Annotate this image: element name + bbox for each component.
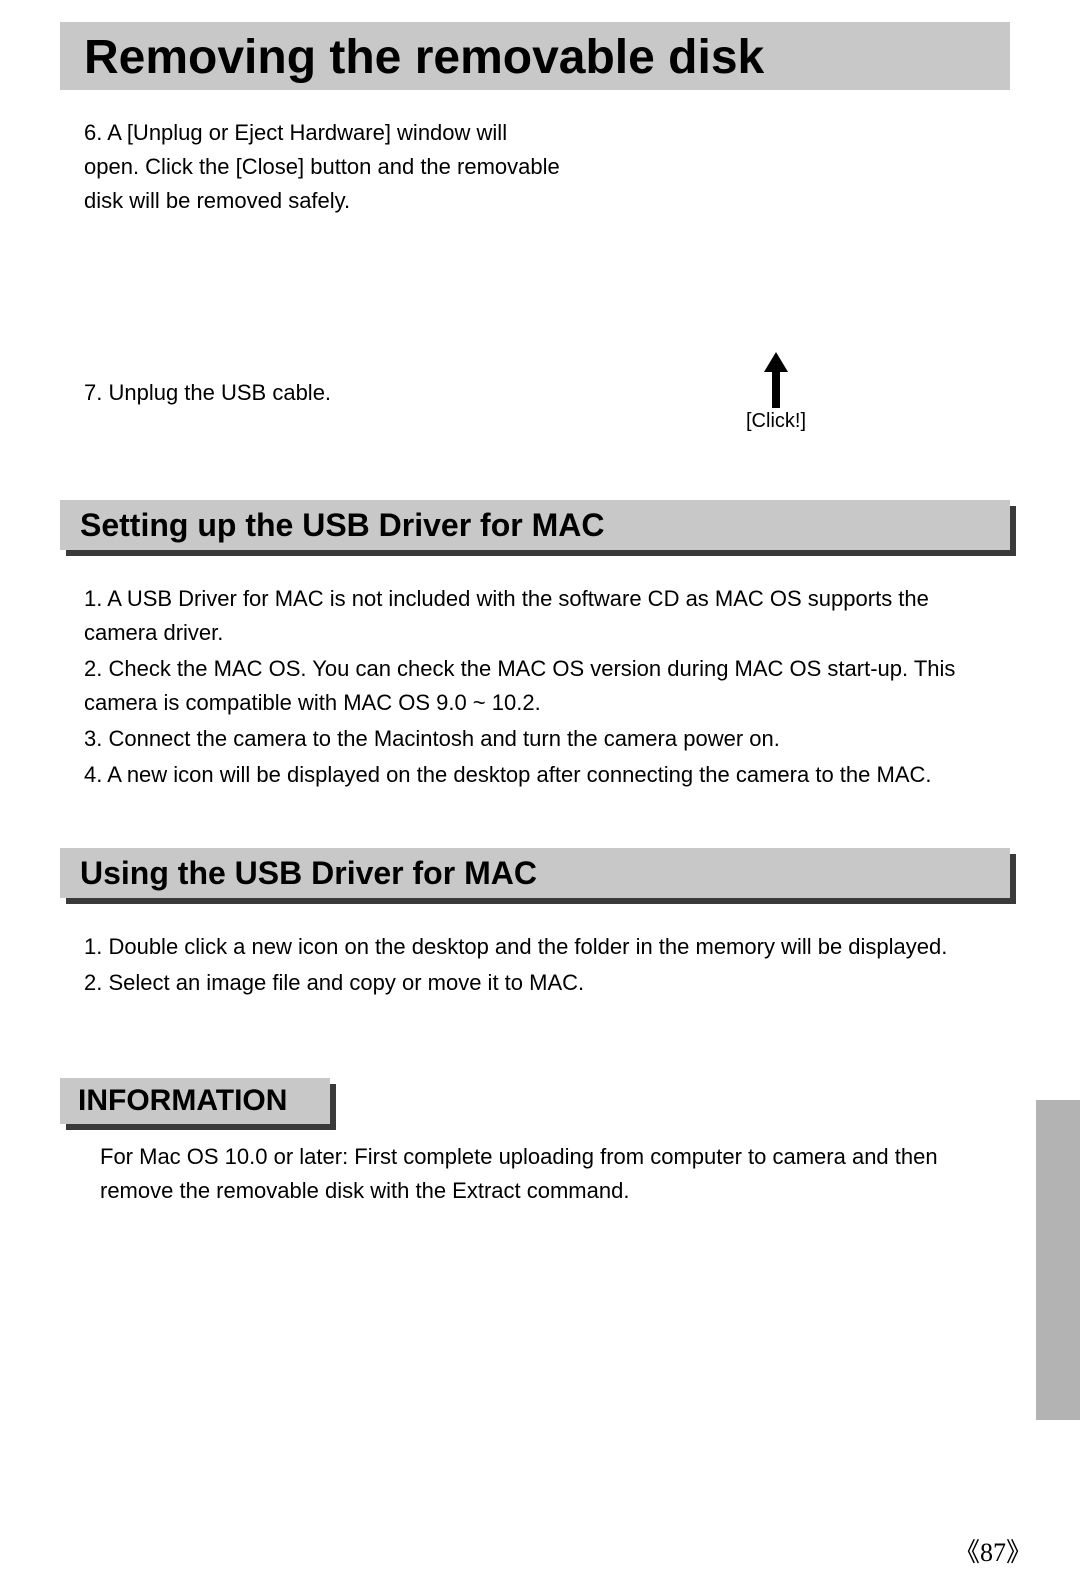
list-setup: 1. A USB Driver for MAC is not included … xyxy=(84,582,964,794)
info-header: INFORMATION xyxy=(60,1078,330,1124)
list-item: 1. A USB Driver for MAC is not included … xyxy=(84,582,964,650)
list-using: 1. Double click a new icon on the deskto… xyxy=(84,930,964,1002)
arrow-up-icon xyxy=(761,352,791,408)
section-heading-using: Using the USB Driver for MAC xyxy=(60,855,537,892)
info-body: For Mac OS 10.0 or later: First complete… xyxy=(100,1140,960,1208)
click-arrow: [Click!] xyxy=(736,352,816,433)
page-number: 《87》 xyxy=(954,1532,1032,1569)
info-heading: INFORMATION xyxy=(60,1084,287,1118)
side-tab xyxy=(1036,1100,1080,1420)
step-7: 7. Unplug the USB cable. xyxy=(84,376,564,410)
list-item: 1. Double click a new icon on the deskto… xyxy=(84,930,964,964)
page-title-bar: Removing the removable disk xyxy=(60,22,1010,90)
step-6: 6. A [Unplug or Eject Hardware] window w… xyxy=(84,116,564,218)
section-header-setup: Setting up the USB Driver for MAC xyxy=(60,500,1010,550)
section-heading-setup: Setting up the USB Driver for MAC xyxy=(60,507,604,544)
list-item: 2. Select an image file and copy or move… xyxy=(84,966,964,1000)
list-item: 2. Check the MAC OS. You can check the M… xyxy=(84,652,964,720)
list-item: 3. Connect the camera to the Macintosh a… xyxy=(84,722,964,756)
click-label: [Click!] xyxy=(736,410,816,433)
section-header-using: Using the USB Driver for MAC xyxy=(60,848,1010,898)
list-item: 4. A new icon will be displayed on the d… xyxy=(84,758,964,792)
page-title: Removing the removable disk xyxy=(60,22,1010,85)
